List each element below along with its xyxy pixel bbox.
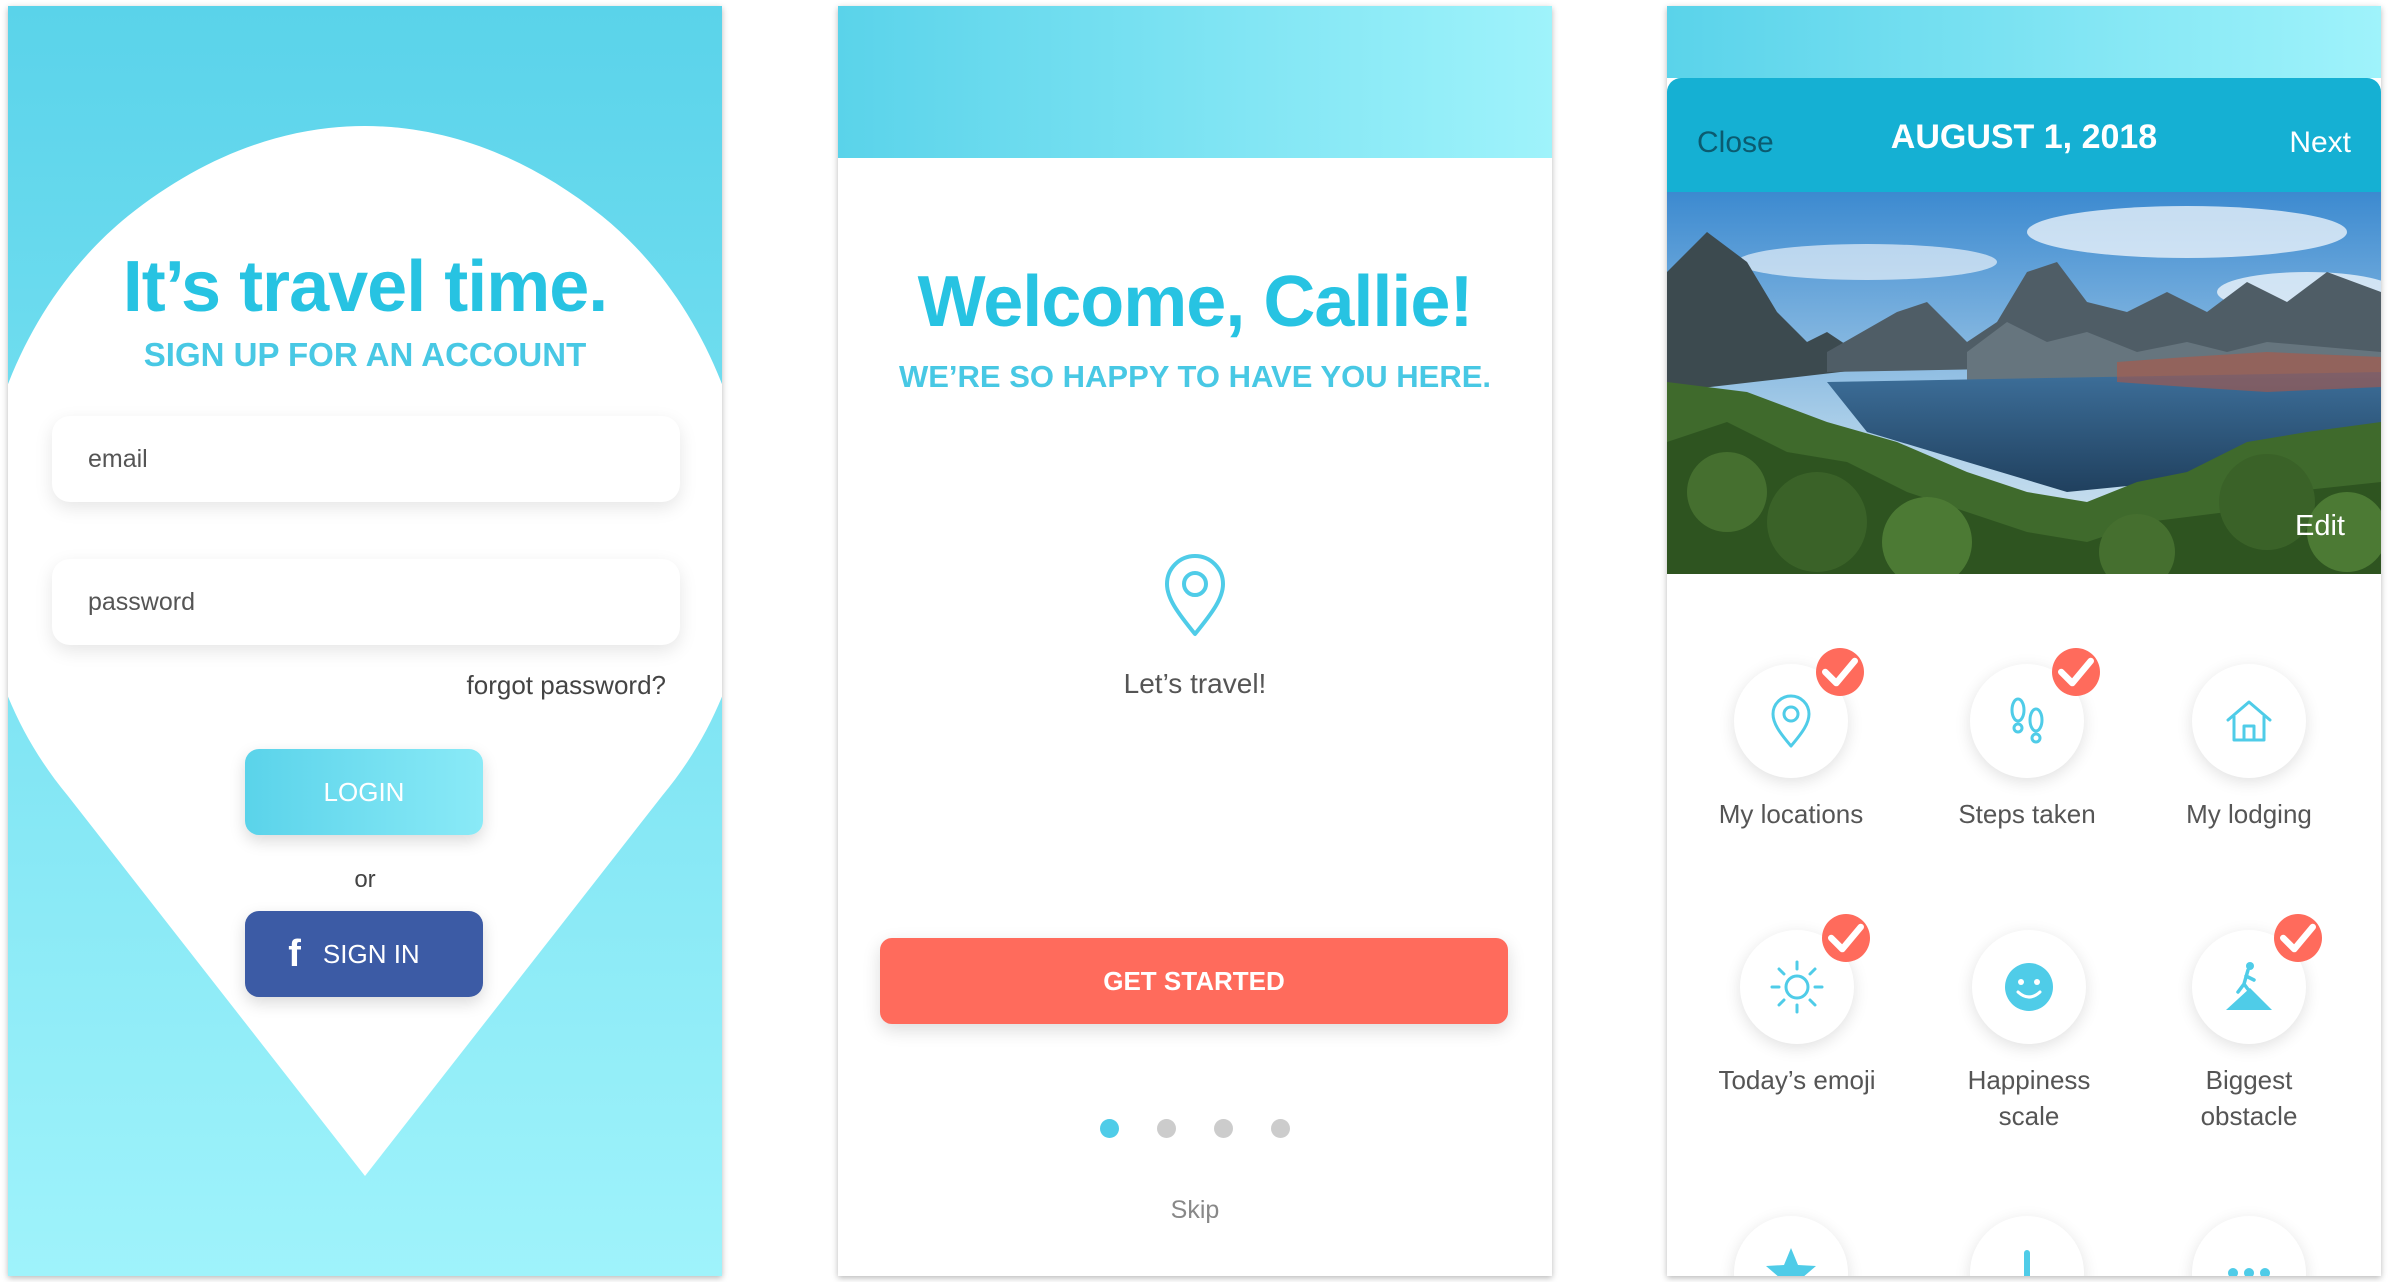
tile-label: Steps taken	[1958, 799, 2096, 829]
location-pin-icon	[1771, 694, 1811, 748]
tile-label: My locations	[1718, 799, 1864, 829]
or-divider-label: or	[354, 866, 376, 893]
tile-circle	[1734, 648, 1864, 778]
tile-label: Biggest obstacle	[2200, 1065, 2298, 1131]
tile-exclamation[interactable]	[1907, 1216, 2147, 1276]
tile-happiness-scale[interactable]: Happiness scale	[1909, 930, 2149, 1134]
smiley-icon	[2005, 963, 2053, 1011]
facebook-sign-in-label: SIGN IN	[322, 938, 420, 969]
tile-biggest-obstacle[interactable]: Biggest obstacle	[2129, 914, 2369, 1134]
journal-header: Close AUGUST 1, 2018 Next	[1667, 78, 2381, 192]
facebook-sign-in-button[interactable]: f SIGN IN	[245, 911, 483, 997]
pager-dot[interactable]	[1214, 1119, 1233, 1138]
sun-icon	[1770, 960, 1824, 1014]
journal-top-gradient	[1667, 6, 2381, 78]
next-button[interactable]: Next	[2289, 126, 2351, 160]
welcome-header-bar	[838, 6, 1552, 158]
tile-todays-emoji[interactable]: Today’s emoji	[1677, 914, 1917, 1098]
password-field[interactable]: password	[52, 559, 680, 645]
welcome-screen: Welcome, Callie! WE’RE SO HAPPY TO HAVE …	[838, 6, 1552, 1276]
facebook-icon: f	[288, 933, 301, 975]
tile-circle	[1972, 930, 2086, 1044]
star-icon	[1766, 1248, 1816, 1276]
tile-circle	[1740, 914, 1870, 1044]
welcome-subtitle: WE’RE SO HAPPY TO HAVE YOU HERE.	[899, 359, 1491, 394]
footprints-icon	[2010, 697, 2044, 744]
login-title: It’s travel time.	[122, 247, 609, 327]
house-icon	[2226, 700, 2272, 742]
tile-circle	[1734, 1216, 1848, 1276]
exclamation-icon	[2024, 1250, 2030, 1276]
login-screen: It’s travel time. SIGN UP FOR AN ACCOUNT…	[8, 6, 722, 1276]
email-field[interactable]: email	[52, 416, 680, 502]
location-pin-icon	[1165, 554, 1225, 636]
edit-photo-button[interactable]: Edit	[2295, 510, 2345, 543]
lets-travel-caption: Let’s travel!	[1123, 668, 1267, 699]
tile-label: My lodging	[2186, 799, 2312, 829]
tile-circle	[2192, 914, 2322, 1044]
tile-steps-taken[interactable]: Steps taken	[1907, 648, 2147, 832]
tile-circle	[1970, 648, 2100, 778]
pager-dot-active[interactable]	[1100, 1119, 1119, 1138]
welcome-title: Welcome, Callie!	[917, 262, 1474, 342]
pager-dot[interactable]	[1271, 1119, 1290, 1138]
forgot-password-link[interactable]: forgot password?	[467, 670, 666, 701]
tile-circle	[2192, 664, 2306, 778]
more-icon	[2228, 1268, 2270, 1276]
pager-dot[interactable]	[1157, 1119, 1176, 1138]
tile-label: Happiness scale	[1967, 1065, 2091, 1131]
login-button-label: LOGIN	[323, 776, 405, 807]
email-placeholder: email	[88, 444, 148, 473]
tile-my-locations[interactable]: My locations	[1671, 648, 1911, 832]
skip-link[interactable]: Skip	[838, 1196, 1552, 1225]
get-started-label: GET STARTED	[1103, 965, 1285, 996]
onboarding-pager	[838, 1119, 1552, 1138]
tile-star[interactable]	[1671, 1216, 1911, 1276]
journal-date-title: AUGUST 1, 2018	[1890, 118, 2158, 156]
login-subtitle: SIGN UP FOR AN ACCOUNT	[143, 336, 587, 373]
tile-circle	[2192, 1216, 2306, 1276]
tile-more[interactable]	[2129, 1216, 2369, 1276]
tile-label: Today’s emoji	[1718, 1065, 1876, 1095]
checkmark-icon	[1822, 914, 1870, 962]
checkmark-icon	[2274, 914, 2322, 962]
password-placeholder: password	[88, 587, 195, 616]
tile-circle	[1970, 1216, 2084, 1276]
hiker-icon	[2226, 962, 2272, 1010]
journal-screen: Close AUGUST 1, 2018 Next Edit My locati…	[1667, 6, 2381, 1276]
get-started-button[interactable]: GET STARTED	[880, 938, 1508, 1024]
landscape-photo[interactable]	[1667, 192, 2381, 574]
tile-my-lodging[interactable]: My lodging	[2129, 664, 2369, 832]
checkmark-icon	[2052, 648, 2100, 696]
login-button[interactable]: LOGIN	[245, 749, 483, 835]
checkmark-icon	[1816, 648, 1864, 696]
